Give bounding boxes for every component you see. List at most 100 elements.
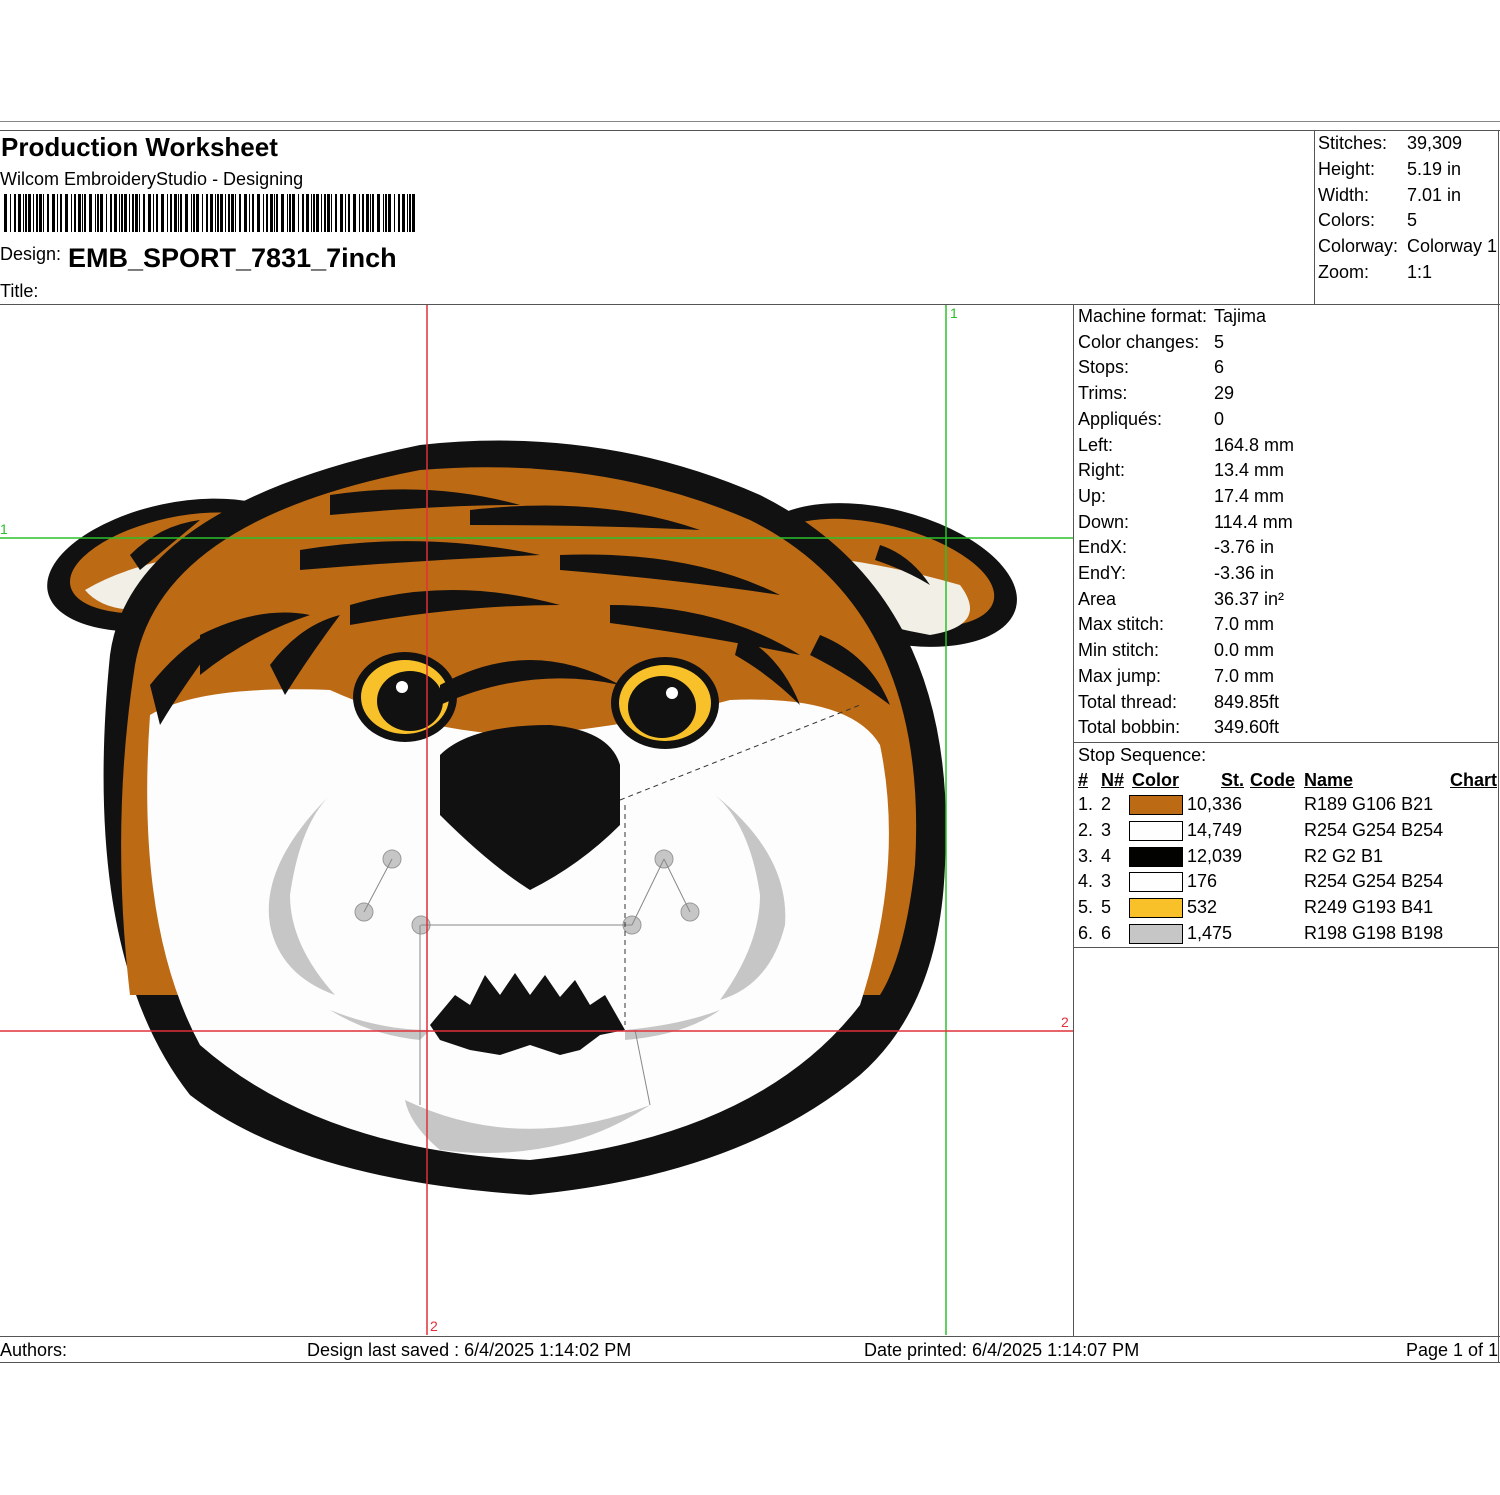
summary-value: 7.01 in: [1407, 184, 1462, 205]
authors-label: Authors:: [0, 1340, 68, 1360]
summary-label: Zoom:: [1318, 262, 1370, 282]
summary-label: Height:: [1318, 158, 1376, 179]
guide-label-red-h: 2: [1061, 1014, 1069, 1030]
col-code-header: Code: [1250, 770, 1295, 790]
row-color-name: R254 G254 B254: [1304, 871, 1444, 892]
stat-label: EndY:: [1078, 563, 1127, 583]
row-needle: 5: [1101, 897, 1112, 918]
row-needle: 3: [1101, 819, 1112, 840]
stat-value: 349.60ft: [1214, 717, 1280, 738]
guide-label-red-v: 2: [430, 1318, 438, 1334]
color-swatch: [1129, 898, 1183, 919]
stat-label: Stops:: [1078, 357, 1130, 378]
summary-value: 39,309: [1407, 133, 1463, 153]
stat-label: Appliqués:: [1078, 408, 1163, 429]
row-number: 1.: [1078, 794, 1094, 814]
stop-sequence-row: 6. 6 1,475 R198 G198 B198: [1074, 923, 1498, 947]
row-color-name: R2 G2 B1: [1304, 845, 1384, 866]
summary-block: Stitches: 39,309 Height: 5.19 in Width: 7.01 …: [1318, 133, 1498, 303]
row-number: 4.: [1078, 871, 1094, 892]
stop-sequence-title: Stop Sequence:: [1078, 745, 1207, 765]
stat-label: Area: [1078, 588, 1117, 609]
stat-value: 29: [1214, 383, 1235, 404]
stat-value: 164.8 mm: [1214, 434, 1295, 455]
stat-value: 5: [1214, 331, 1225, 352]
stat-value: 36.37 in²: [1214, 588, 1285, 609]
row-stitch-count: 532: [1187, 897, 1218, 918]
row-stitch-count: 12,039: [1187, 845, 1243, 866]
stop-sequence-row: 3. 4 12,039 R2 G2 B1: [1074, 846, 1498, 870]
color-swatch: [1129, 872, 1183, 893]
page-number: Page 1 of 1: [1406, 1340, 1499, 1360]
col-num-header: #: [1078, 770, 1089, 790]
title-label: Title:: [0, 281, 39, 301]
stat-label: EndX:: [1078, 537, 1128, 558]
stat-label: Machine format:: [1078, 306, 1208, 326]
stat-value: 7.0 mm: [1214, 614, 1275, 635]
stat-label: Max stitch:: [1078, 614, 1165, 635]
stat-value: 114.4 mm: [1214, 511, 1293, 532]
row-number: 5.: [1078, 897, 1094, 918]
row-stitch-count: 1,475: [1187, 923, 1233, 943]
color-swatch: [1129, 820, 1183, 841]
row-stitch-count: 10,336: [1187, 794, 1243, 814]
stat-value: 6: [1214, 357, 1225, 378]
stat-value: 0: [1214, 408, 1225, 429]
stats-divider: [1073, 742, 1499, 743]
footer-top-border: [0, 1336, 1500, 1337]
stat-value: -3.36 in: [1214, 563, 1275, 583]
machine-stats: Machine format: Tajima Color changes: 5 Stop…: [1078, 306, 1496, 740]
row-color-name: R254 G254 B254: [1304, 819, 1444, 840]
row-needle: 2: [1101, 794, 1112, 814]
row-color-name: R198 G198 B198: [1304, 923, 1444, 943]
stat-value: 7.0 mm: [1214, 665, 1275, 686]
col-chart-header: Chart: [1450, 770, 1498, 790]
stat-value: -3.76 in: [1214, 537, 1275, 558]
summary-value: 5.19 in: [1407, 158, 1462, 179]
date-printed: Date printed: 6/4/2025 1:14:07 PM: [864, 1340, 1140, 1360]
col-color-header: Color: [1132, 770, 1179, 790]
summary-value: Colorway 1: [1407, 236, 1498, 257]
design-label: Design:: [0, 244, 62, 264]
top-border: [0, 121, 1500, 122]
color-swatch: [1129, 924, 1183, 944]
row-color-name: R249 G193 B41: [1304, 897, 1434, 918]
stat-label: Down:: [1078, 511, 1130, 532]
right-eye: [611, 657, 719, 749]
stop-sequence-row: 5. 5 532 R249 G193 B41: [1074, 897, 1498, 921]
software-name: Wilcom EmbroideryStudio - Designing: [0, 169, 304, 189]
row-needle: 6: [1101, 923, 1112, 943]
color-swatch: [1129, 795, 1183, 815]
worksheet-title: Production Worksheet: [1, 132, 278, 162]
stat-label: Min stitch:: [1078, 640, 1160, 661]
stat-label: Color changes:: [1078, 331, 1200, 352]
stat-label: Trims:: [1078, 383, 1128, 404]
col-stitches-header: St.: [1221, 770, 1245, 790]
stat-label: Up:: [1078, 485, 1107, 506]
row-needle: 4: [1101, 845, 1112, 866]
stop-sequence-rows: 1. 2 10,336 R189 G106 B21 2. 3 14,749 R254 G254…: [1074, 794, 1498, 946]
stop-sequence-row: 2. 3 14,749 R254 G254 B254: [1074, 820, 1498, 844]
summary-divider: [1314, 130, 1315, 305]
summary-label: Colors:: [1318, 210, 1376, 231]
guide-label-green-h: 1: [0, 521, 8, 537]
summary-label: Width:: [1318, 184, 1370, 205]
row-number: 6.: [1078, 923, 1094, 943]
stop-sequence-row: 1. 2 10,336 R189 G106 B21: [1074, 794, 1498, 818]
sequence-bottom-divider: [1073, 947, 1499, 948]
design-name: EMB_SPORT_7831_7inch: [68, 243, 397, 273]
row-stitch-count: 14,749: [1187, 819, 1243, 840]
footer-bottom-border: [0, 1362, 1500, 1363]
row-stitch-count: 176: [1187, 871, 1218, 892]
stat-value: 849.85ft: [1214, 691, 1280, 712]
production-worksheet: Production Worksheet Wilcom EmbroiderySt…: [0, 0, 1500, 1495]
summary-label: Colorway:: [1318, 236, 1399, 257]
col-name-header: Name: [1304, 770, 1354, 790]
stop-sequence-row: 4. 3 176 R254 G254 B254: [1074, 871, 1498, 895]
summary-value: 1:1: [1407, 262, 1433, 282]
summary-value: 5: [1407, 210, 1418, 231]
row-number: 3.: [1078, 845, 1094, 866]
row-number: 2.: [1078, 819, 1094, 840]
row-needle: 3: [1101, 871, 1112, 892]
header-top-border: [0, 130, 1500, 131]
